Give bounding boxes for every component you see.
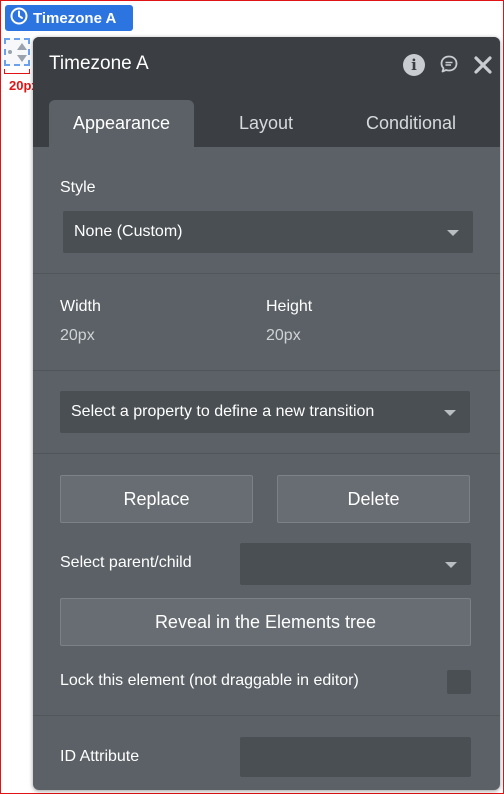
- chevron-down-icon: [447, 230, 459, 236]
- divider: [33, 370, 500, 371]
- tab-conditional[interactable]: Conditional: [333, 100, 489, 147]
- parent-child-dropdown[interactable]: [240, 543, 471, 585]
- width-label: Width: [60, 298, 101, 315]
- height-value[interactable]: 20px: [266, 327, 301, 345]
- tab-layout[interactable]: Layout: [203, 100, 329, 147]
- reveal-in-elements-tree-button[interactable]: Reveal in the Elements tree: [60, 598, 471, 646]
- id-attribute-label: ID Attribute: [60, 748, 140, 765]
- height-label: Height: [266, 298, 313, 315]
- arrow-up-icon: [17, 43, 27, 50]
- dot-icon: [8, 50, 12, 54]
- divider: [33, 715, 500, 716]
- timezone-element-preview[interactable]: [4, 38, 30, 66]
- style-dropdown[interactable]: None (Custom): [63, 211, 473, 253]
- parent-child-label: Select parent/child: [60, 554, 192, 571]
- size-ruler: [4, 69, 30, 74]
- lock-element-checkbox[interactable]: [447, 670, 471, 694]
- transition-dropdown[interactable]: Select a property to define a new transi…: [60, 391, 470, 433]
- arrow-down-icon: [17, 55, 27, 62]
- panel-title: Timezone A: [49, 53, 149, 74]
- property-editor-panel: Timezone A i Appearance Layout Condition…: [33, 37, 500, 790]
- chevron-down-icon: [445, 562, 457, 568]
- style-dropdown-value: None (Custom): [74, 223, 183, 240]
- lock-element-label: Lock this element (not draggable in edit…: [60, 672, 359, 689]
- transition-dropdown-placeholder: Select a property to define a new transi…: [71, 403, 375, 420]
- chevron-down-icon: [444, 410, 456, 416]
- close-icon[interactable]: [474, 56, 492, 74]
- panel-header: Timezone A i Appearance Layout Condition…: [33, 37, 500, 147]
- info-icon[interactable]: i: [403, 54, 425, 76]
- clock-icon: [10, 7, 28, 30]
- replace-button[interactable]: Replace: [60, 475, 253, 523]
- divider: [33, 453, 500, 454]
- element-tag-label: Timezone A: [33, 9, 117, 27]
- element-tag[interactable]: Timezone A: [5, 5, 133, 31]
- divider: [33, 273, 500, 274]
- delete-button[interactable]: Delete: [277, 475, 470, 523]
- chat-icon[interactable]: [439, 54, 459, 74]
- id-attribute-input[interactable]: [240, 737, 471, 777]
- style-label: Style: [60, 179, 96, 196]
- tab-appearance[interactable]: Appearance: [49, 100, 194, 147]
- width-value[interactable]: 20px: [60, 327, 95, 345]
